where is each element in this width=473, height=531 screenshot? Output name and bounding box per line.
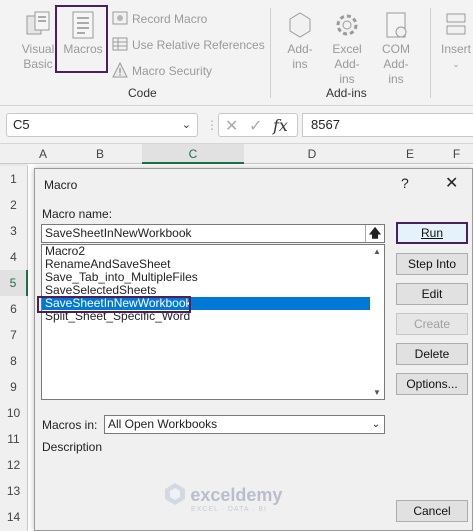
com-addins-icon — [386, 12, 407, 38]
macro-name-input[interactable]: SaveSheetInNewWorkbook — [41, 224, 385, 243]
edit-button[interactable]: Edit — [396, 283, 468, 305]
row-header[interactable]: 14 — [0, 504, 28, 531]
row-header-selected[interactable]: 5 — [0, 270, 28, 296]
macros-in-label: Macros in: — [42, 418, 98, 432]
macro-security-button[interactable]: Macro Security — [112, 61, 212, 81]
description-label: Description — [42, 440, 103, 454]
fx-icon[interactable]: fx — [273, 116, 288, 135]
visual-basic-label: Visual Basic — [21, 42, 55, 71]
ribbon: Visual Basic Macros Record Macro Use Rel… — [0, 0, 473, 106]
run-button[interactable]: Run — [396, 222, 468, 244]
selection-highlight — [37, 296, 191, 313]
macros-highlight — [55, 5, 108, 73]
column-header-d[interactable]: D — [244, 144, 380, 164]
column-header-e[interactable]: E — [380, 144, 440, 164]
row-header[interactable]: 3 — [0, 218, 28, 244]
watermark: exceldemy EXCEL · DATA · BI — [163, 482, 282, 513]
record-macro-icon — [112, 10, 128, 26]
select-all-corner[interactable] — [0, 144, 28, 164]
scroll-down-icon[interactable]: ▼ — [373, 388, 381, 397]
row-header[interactable]: 10 — [0, 400, 28, 426]
help-button[interactable]: ? — [401, 175, 409, 191]
column-header-b[interactable]: B — [58, 144, 142, 164]
options-button[interactable]: Options... — [396, 373, 468, 395]
cancel-icon[interactable]: ✕ — [225, 116, 238, 136]
macro-list[interactable]: Macro2 RenameAndSaveSheet Save_Tab_into_… — [41, 244, 385, 400]
addins-button[interactable]: Add-ins — [280, 10, 320, 72]
relative-references-icon — [112, 36, 128, 52]
row-header[interactable]: 12 — [0, 452, 28, 478]
row-header[interactable]: 6 — [0, 296, 28, 322]
row-header[interactable]: 2 — [0, 192, 28, 218]
formula-input[interactable]: 8567 — [302, 113, 473, 137]
gear-icon — [336, 14, 358, 36]
addins-group-label: Add-ins — [326, 86, 367, 100]
record-macro-button[interactable]: Record Macro — [112, 9, 207, 29]
step-into-button[interactable]: Step Into — [396, 253, 468, 275]
row-header[interactable]: 11 — [0, 426, 28, 452]
visual-basic-icon — [26, 11, 50, 35]
row-header[interactable]: 8 — [0, 348, 28, 374]
dialog-title: Macro — [44, 178, 78, 192]
formula-bar: C5 ⌄ ⋮ ✕ ✓ fx 8567 — [0, 106, 473, 144]
row-header[interactable]: 1 — [0, 166, 28, 192]
delete-button[interactable]: Delete — [396, 343, 468, 365]
macro-name-label: Macro name: — [42, 207, 113, 221]
com-addins-button[interactable]: COM Add-ins — [372, 10, 420, 87]
row-header[interactable]: 9 — [0, 374, 28, 400]
column-header-c[interactable]: C — [142, 144, 244, 164]
column-header-a[interactable]: A — [28, 144, 58, 164]
addins-icon — [289, 12, 311, 38]
column-header-f[interactable]: F — [440, 144, 473, 164]
close-button[interactable]: ✕ — [445, 173, 458, 193]
code-group-label: Code — [128, 86, 157, 100]
group-separator — [270, 8, 271, 98]
create-button[interactable]: Create — [396, 313, 468, 335]
name-box[interactable]: C5 ⌄ — [6, 113, 198, 137]
row-header[interactable]: 4 — [0, 244, 28, 270]
list-scrollbar[interactable]: ▲ ▼ — [370, 245, 384, 399]
macros-in-select[interactable]: All Open Workbooks ⌄ — [104, 415, 385, 434]
insert-control-icon — [446, 13, 466, 35]
insert-button[interactable]: Insert ⌄ — [438, 10, 473, 72]
chevron-down-icon: ⌄ — [181, 119, 191, 131]
row-header[interactable]: 13 — [0, 478, 28, 504]
drag-handle-icon[interactable]: ⋮ — [206, 118, 218, 132]
formula-actions: ✕ ✓ fx — [218, 113, 298, 137]
row-header[interactable]: 7 — [0, 322, 28, 348]
macro-dialog: Macro ? ✕ Macro name: SaveSheetInNewWork… — [34, 168, 473, 531]
excel-addins-button[interactable]: Excel Add-ins — [324, 10, 370, 87]
collapse-dialog-button[interactable]: 🡅 — [365, 225, 384, 242]
chevron-down-icon: ⌄ — [371, 419, 381, 430]
exceldemy-logo-icon — [165, 483, 185, 505]
group-separator — [430, 8, 431, 98]
scroll-up-icon[interactable]: ▲ — [373, 247, 381, 256]
cancel-button[interactable]: Cancel — [396, 500, 468, 522]
warning-icon — [112, 61, 128, 78]
visual-basic-button[interactable]: Visual Basic — [18, 10, 58, 72]
chevron-down-icon: ⌄ — [452, 59, 460, 69]
check-icon[interactable]: ✓ — [249, 116, 262, 136]
use-relative-references-button[interactable]: Use Relative References — [112, 35, 265, 55]
